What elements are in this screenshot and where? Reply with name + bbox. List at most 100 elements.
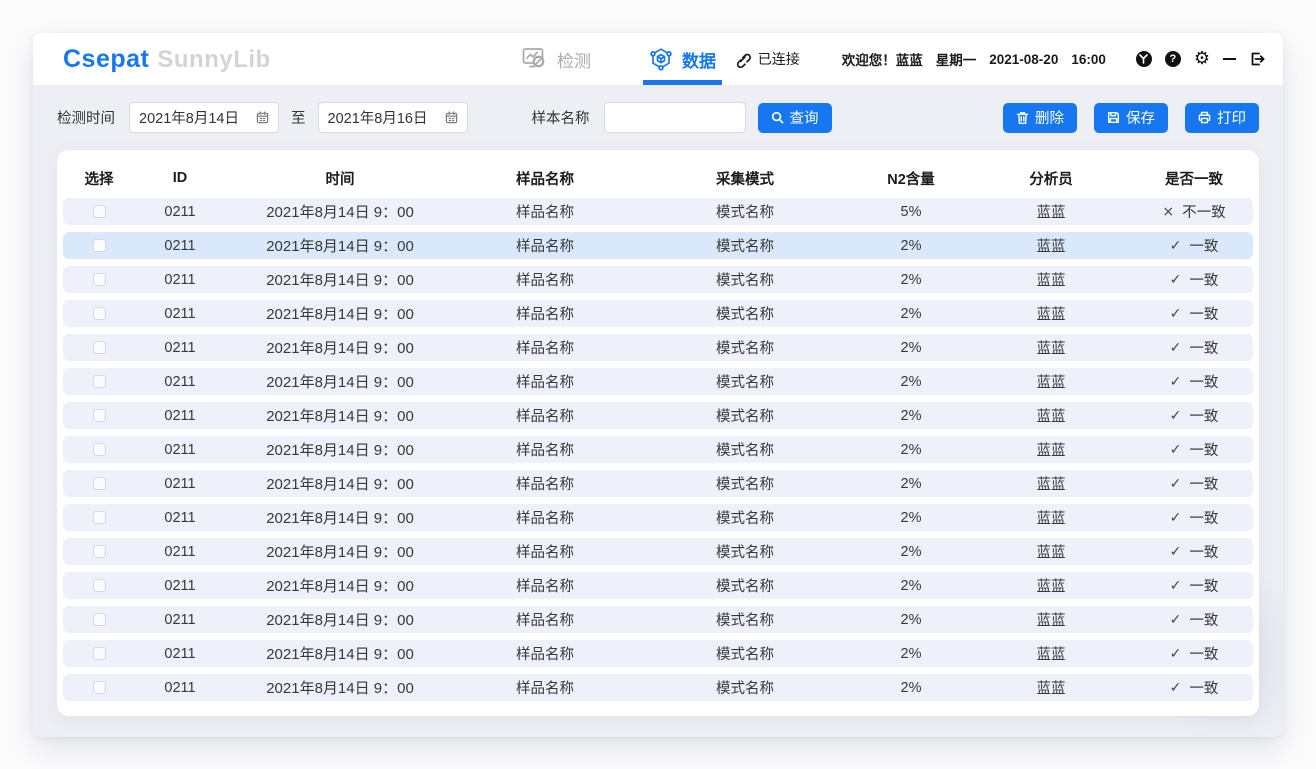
n2-content-cell: 2% [855, 442, 967, 458]
table-row[interactable]: 0211 2021年8月14日 9：00 样品名称 模式名称 2% 蓝蓝 ✓ 一… [63, 368, 1253, 395]
match-label: 一致 [1189, 269, 1218, 290]
match-mark-icon: ✓ [1170, 510, 1182, 526]
table-row[interactable]: 0211 2021年8月14日 9：00 样品名称 模式名称 2% 蓝蓝 ✓ 一… [63, 300, 1253, 327]
time-cell: 2021年8月14日 9：00 [225, 541, 455, 562]
mode-cell: 模式名称 [635, 337, 855, 358]
welcome-text: 欢迎您！蓝蓝 [842, 49, 923, 69]
table-row[interactable]: 0211 2021年8月14日 9：00 样品名称 模式名称 2% 蓝蓝 ✓ 一… [63, 232, 1253, 259]
analyst-cell: 蓝蓝 [967, 643, 1135, 664]
date-from-input[interactable]: 2021年8月14日 [129, 102, 279, 133]
row-checkbox[interactable] [93, 681, 106, 694]
time-cell: 2021年8月14日 9：00 [225, 201, 455, 222]
n2-content-cell: 2% [855, 578, 967, 594]
n2-content-cell: 2% [855, 544, 967, 560]
range-separator: 至 [291, 107, 306, 128]
row-checkbox[interactable] [93, 579, 106, 592]
match-label: 一致 [1189, 677, 1218, 698]
match-label: 一致 [1189, 609, 1218, 630]
sample-name-input[interactable] [604, 102, 746, 133]
help-icon[interactable]: ? [1165, 51, 1181, 67]
time-cell: 2021年8月14日 9：00 [225, 405, 455, 426]
match-mark-icon: ✓ [1170, 442, 1182, 458]
row-checkbox[interactable] [93, 375, 106, 388]
table-row[interactable]: 0211 2021年8月14日 9：00 样品名称 模式名称 2% 蓝蓝 ✓ 一… [63, 504, 1253, 531]
row-checkbox[interactable] [93, 205, 106, 218]
table-row[interactable]: 0211 2021年8月14日 9：00 样品名称 模式名称 2% 蓝蓝 ✓ 一… [63, 538, 1253, 565]
n2-content-cell: 2% [855, 680, 967, 696]
mode-cell: 模式名称 [635, 235, 855, 256]
settings-gear-icon[interactable]: ⚙ [1194, 50, 1210, 68]
print-button[interactable]: 打印 [1185, 103, 1259, 133]
match-cell: ✓ 一致 [1135, 337, 1253, 358]
brand-logo: Csepat SunnyLib [63, 45, 271, 74]
select-cell [63, 374, 135, 390]
match-cell: ✓ 一致 [1135, 303, 1253, 324]
n2-content-cell: 2% [855, 612, 967, 628]
table-row[interactable]: 0211 2021年8月14日 9：00 样品名称 模式名称 2% 蓝蓝 ✓ 一… [63, 334, 1253, 361]
query-button[interactable]: 查询 [758, 103, 832, 133]
match-cell: ✓ 一致 [1135, 439, 1253, 460]
analyst-cell: 蓝蓝 [967, 337, 1135, 358]
row-checkbox[interactable] [93, 239, 106, 252]
app-window: Csepat SunnyLib 检测 [33, 33, 1283, 737]
tab-data[interactable]: 数据 [647, 33, 718, 85]
row-checkbox[interactable] [93, 341, 106, 354]
analyst-cell: 蓝蓝 [967, 371, 1135, 392]
table-row[interactable]: 0211 2021年8月14日 9：00 样品名称 模式名称 2% 蓝蓝 ✓ 一… [63, 266, 1253, 293]
date-text: 2021-08-20 [989, 52, 1058, 67]
time-cell: 2021年8月14日 9：00 [225, 575, 455, 596]
row-checkbox[interactable] [93, 647, 106, 660]
table-row[interactable]: 0211 2021年8月14日 9：00 样品名称 模式名称 2% 蓝蓝 ✓ 一… [63, 402, 1253, 429]
table-row[interactable]: 0211 2021年8月14日 9：00 样品名称 模式名称 5% 蓝蓝 × 不… [63, 198, 1253, 225]
data-table-card: 选择 ID 时间 样品名称 采集模式 N2含量 分析员 是否一致 0211 20… [57, 150, 1259, 716]
match-cell: ✓ 一致 [1135, 235, 1253, 256]
sample-name-cell: 样品名称 [455, 269, 635, 290]
logout-icon[interactable] [1249, 51, 1265, 67]
mode-cell: 模式名称 [635, 677, 855, 698]
monitor-chart-icon [522, 47, 548, 71]
match-mark-icon: ✓ [1170, 476, 1182, 492]
table-row[interactable]: 0211 2021年8月14日 9：00 样品名称 模式名称 2% 蓝蓝 ✓ 一… [63, 674, 1253, 701]
minimize-icon[interactable] [1223, 58, 1236, 61]
delete-button[interactable]: 删除 [1003, 103, 1077, 133]
row-checkbox[interactable] [93, 273, 106, 286]
match-cell: ✓ 一致 [1135, 677, 1253, 698]
date-from-value: 2021年8月14日 [139, 107, 239, 128]
select-cell [63, 340, 135, 356]
row-checkbox[interactable] [93, 409, 106, 422]
tools-icon[interactable] [1136, 51, 1152, 67]
tab-detection[interactable]: 检测 [520, 33, 593, 85]
row-checkbox[interactable] [93, 613, 106, 626]
date-to-input[interactable]: 2021年8月16日 [318, 102, 468, 133]
select-cell [63, 272, 135, 288]
time-cell: 2021年8月14日 9：00 [225, 609, 455, 630]
table-row[interactable]: 0211 2021年8月14日 9：00 样品名称 模式名称 2% 蓝蓝 ✓ 一… [63, 436, 1253, 463]
help-glyph: ? [1169, 53, 1176, 65]
time-cell: 2021年8月14日 9：00 [225, 473, 455, 494]
match-cell: ✓ 一致 [1135, 643, 1253, 664]
table-row[interactable]: 0211 2021年8月14日 9：00 样品名称 模式名称 2% 蓝蓝 ✓ 一… [63, 606, 1253, 633]
mode-cell: 模式名称 [635, 405, 855, 426]
analyst-cell: 蓝蓝 [967, 507, 1135, 528]
table-row[interactable]: 0211 2021年8月14日 9：00 样品名称 模式名称 2% 蓝蓝 ✓ 一… [63, 640, 1253, 667]
table-row[interactable]: 0211 2021年8月14日 9：00 样品名称 模式名称 2% 蓝蓝 ✓ 一… [63, 470, 1253, 497]
app-header: Csepat SunnyLib 检测 [33, 33, 1283, 85]
column-header-mode: 采集模式 [635, 168, 855, 189]
tab-data-label: 数据 [682, 47, 716, 72]
row-checkbox[interactable] [93, 307, 106, 320]
id-cell: 0211 [135, 204, 225, 220]
time-cell: 2021年8月14日 9：00 [225, 507, 455, 528]
sample-name-cell: 样品名称 [455, 337, 635, 358]
mode-cell: 模式名称 [635, 371, 855, 392]
row-checkbox[interactable] [93, 477, 106, 490]
mode-cell: 模式名称 [635, 473, 855, 494]
table-row[interactable]: 0211 2021年8月14日 9：00 样品名称 模式名称 2% 蓝蓝 ✓ 一… [63, 572, 1253, 599]
sample-name-cell: 样品名称 [455, 677, 635, 698]
row-checkbox[interactable] [93, 545, 106, 558]
save-button[interactable]: 保存 [1094, 103, 1168, 133]
match-mark-icon: ✓ [1170, 646, 1182, 662]
link-icon [734, 51, 751, 68]
connection-status[interactable]: 已连接 [734, 49, 800, 69]
row-checkbox[interactable] [93, 443, 106, 456]
row-checkbox[interactable] [93, 511, 106, 524]
